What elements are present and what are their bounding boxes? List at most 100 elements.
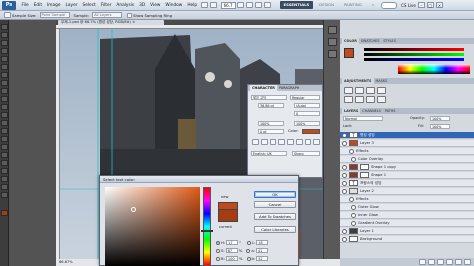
tool-button[interactable] — [1, 112, 8, 118]
tool-button[interactable] — [1, 184, 8, 190]
close-tab-icon[interactable]: × — [132, 20, 135, 24]
layer-row[interactable]: Effects — [340, 196, 474, 203]
workspace-more-button[interactable]: » — [368, 1, 378, 9]
vibrance-icon[interactable] — [344, 96, 353, 103]
b-field[interactable]: 52 — [256, 256, 269, 261]
hand-tool-icon[interactable] — [236, 2, 244, 8]
zoom-status[interactable]: 66.67% — [59, 260, 73, 264]
superscript-icon[interactable] — [287, 139, 294, 145]
eye-icon[interactable] — [342, 228, 347, 234]
tool-button[interactable] — [1, 176, 8, 182]
workspace-painting-button[interactable]: PAINTING — [340, 1, 366, 9]
faux-bold-icon[interactable] — [252, 139, 259, 145]
current-color-swatch[interactable] — [218, 210, 238, 222]
actions-panel-icon[interactable] — [328, 38, 337, 46]
text-color-swatch[interactable] — [302, 129, 320, 134]
hue-slider-handle[interactable] — [201, 230, 213, 232]
layer-row[interactable]: Layer 1 — [340, 228, 474, 235]
sample-select[interactable]: All Layers — [92, 12, 123, 18]
tab-paths[interactable]: PATHS — [383, 109, 398, 113]
hue-saturation-icon[interactable] — [355, 96, 364, 103]
new-layer-icon[interactable] — [455, 259, 462, 265]
add-to-swatches-button[interactable]: Add To Swatches — [254, 213, 296, 220]
menu-view[interactable]: View — [148, 3, 163, 8]
eye-icon[interactable] — [351, 204, 356, 210]
tool-button[interactable] — [1, 104, 8, 110]
tool-button[interactable] — [1, 128, 8, 134]
baseline-shift-field[interactable]: 0 pt — [258, 129, 284, 134]
color-balance-icon[interactable] — [366, 96, 375, 103]
menu-help[interactable]: Help — [185, 3, 200, 8]
eye-icon[interactable] — [351, 156, 356, 162]
curves-icon[interactable] — [366, 87, 375, 94]
eye-icon[interactable] — [349, 148, 354, 154]
screen-mode-icon[interactable] — [263, 2, 271, 8]
workspace-essentials-button[interactable]: ESSENTIALS — [279, 1, 314, 9]
tab-character[interactable]: CHARACTER — [250, 85, 277, 91]
tool-button[interactable] — [1, 88, 8, 94]
menu-layer[interactable]: Layer — [63, 3, 80, 8]
layer-row[interactable]: T 명성 성당 — [340, 132, 474, 139]
new-group-icon[interactable] — [446, 259, 453, 265]
tool-button[interactable] — [1, 96, 8, 102]
layer-row[interactable]: Background — [340, 236, 474, 243]
blue-slider[interactable] — [364, 58, 464, 61]
eye-icon[interactable] — [342, 172, 347, 178]
leading-field[interactable]: (Auto) — [294, 103, 320, 108]
tool-button[interactable] — [1, 136, 8, 142]
tracking-field[interactable]: 0 — [294, 111, 320, 116]
hue-slider[interactable] — [203, 187, 211, 266]
tool-button[interactable] — [1, 24, 8, 30]
menu-analysis[interactable]: Analysis — [114, 3, 137, 8]
tool-button[interactable] — [1, 168, 8, 174]
menu-edit[interactable]: Edit — [31, 3, 44, 8]
brush-panel-icon[interactable] — [328, 50, 337, 58]
small-caps-icon[interactable] — [278, 139, 285, 145]
tab-color[interactable]: COLOR — [342, 38, 359, 44]
underline-icon[interactable] — [304, 139, 312, 145]
ok-button[interactable]: OK — [254, 191, 296, 198]
arrange-documents-icon[interactable] — [254, 2, 262, 8]
a-radio[interactable] — [246, 248, 251, 253]
menu-image[interactable]: Image — [45, 3, 63, 8]
color-field-cursor[interactable] — [131, 207, 136, 212]
menu-3d[interactable]: 3D — [137, 3, 148, 8]
font-size-field[interactable]: 36.86 pt — [258, 103, 284, 108]
trash-icon[interactable] — [464, 259, 471, 265]
tab-layers[interactable]: LAYERS — [342, 108, 361, 114]
menu-filter[interactable]: Filter — [98, 3, 114, 8]
color-libraries-button[interactable]: Color Libraries — [254, 226, 296, 233]
tab-styles[interactable]: STYLES — [381, 39, 397, 43]
tool-button[interactable] — [1, 120, 8, 126]
tool-button[interactable] — [1, 160, 8, 166]
menu-window[interactable]: Window — [163, 3, 185, 8]
saturation-field[interactable]: 87 — [225, 248, 238, 253]
tool-button[interactable] — [1, 152, 8, 158]
brightness-contrast-icon[interactable] — [344, 87, 353, 94]
zoom-tool-icon[interactable] — [245, 2, 253, 8]
layer-row[interactable]: Effects — [340, 148, 474, 155]
a-field[interactable]: 41 — [255, 248, 268, 253]
tool-button[interactable] — [1, 48, 8, 54]
eye-icon[interactable] — [342, 188, 347, 194]
saturation-radio[interactable] — [216, 248, 220, 253]
blend-mode-select[interactable]: Normal — [343, 116, 383, 121]
tab-paragraph[interactable]: PARAGRAPH — [277, 86, 301, 90]
hue-radio[interactable] — [216, 240, 220, 245]
subscript-icon[interactable] — [295, 139, 303, 145]
eyedropper-tool-icon[interactable] — [4, 12, 11, 18]
tool-button[interactable] — [1, 80, 8, 86]
black-white-icon[interactable] — [377, 96, 386, 103]
close-button[interactable]: × — [435, 2, 443, 8]
mini-bridge-icon[interactable] — [209, 2, 217, 8]
hue-field[interactable]: 17 — [226, 240, 239, 245]
layer-row[interactable]: Color Overlay — [340, 156, 474, 163]
language-select[interactable]: English: UK — [251, 151, 287, 156]
foreground-color-swatch[interactable] — [344, 48, 354, 58]
maximize-button[interactable]: □ — [426, 2, 434, 8]
eye-icon[interactable] — [351, 220, 356, 226]
layer-row[interactable]: Shape 1 copy — [340, 164, 474, 171]
bridge-icon[interactable] — [200, 2, 208, 8]
history-panel-icon[interactable] — [328, 26, 337, 34]
font-family-select[interactable]: 맑은 고딕 — [251, 95, 287, 100]
